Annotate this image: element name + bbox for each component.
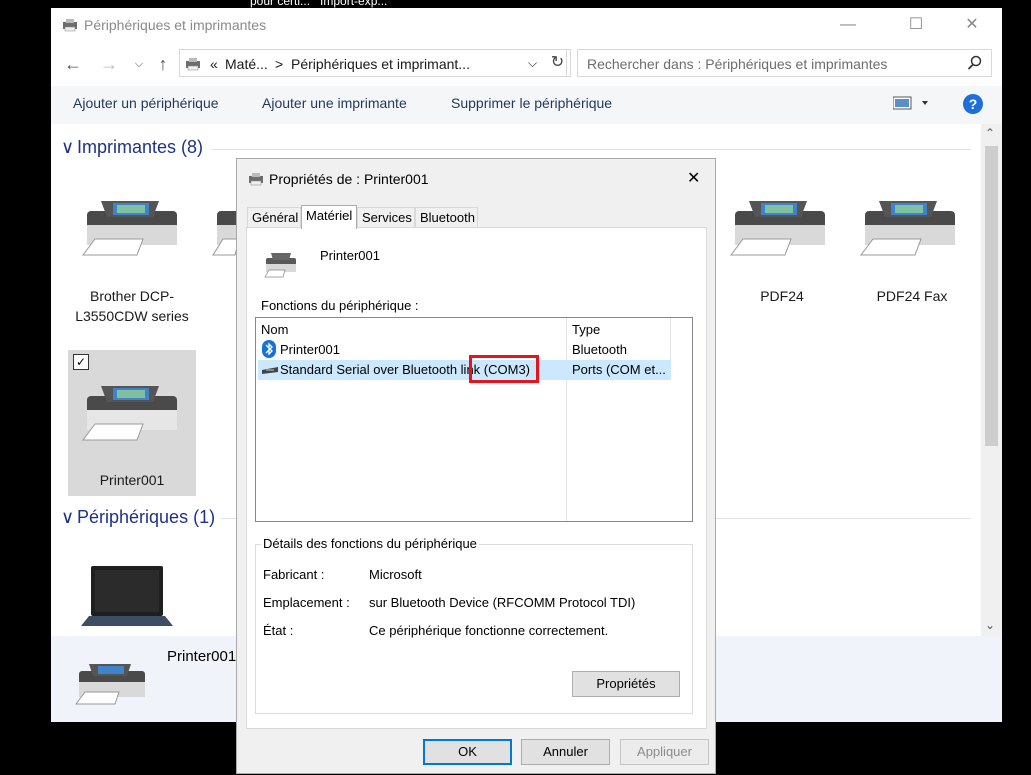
scroll-down-icon[interactable]: ⌄ (985, 618, 995, 632)
apply-button[interactable]: Appliquer (620, 739, 709, 765)
devices-group-chevron[interactable]: ∨ (61, 507, 74, 528)
details-pane-device-name: Printer001 (167, 648, 237, 665)
printer-label-brother[interactable]: Brother DCP-L3550CDW series (68, 286, 196, 326)
tab-general[interactable]: Général (247, 207, 301, 227)
remove-device-button[interactable]: Supprimer le périphérique (451, 95, 612, 111)
search-icon[interactable] (967, 55, 983, 71)
printer-icon[interactable] (209, 193, 239, 257)
breadcrumb-separator: > (275, 56, 284, 72)
function-details-group: Détails des fonctions du périphérique Fa… (255, 536, 693, 714)
forward-arrow-icon[interactable]: → (97, 52, 121, 76)
tab-services[interactable]: Services (357, 207, 415, 227)
printers-group-chevron[interactable]: ∨ (61, 137, 74, 158)
device-functions-label: Fonctions du périphérique : (261, 298, 419, 313)
printer-icon (75, 664, 145, 705)
overflow-chevrons[interactable]: « (210, 56, 218, 72)
printer-icon[interactable] (727, 193, 831, 257)
recent-dropdown-icon[interactable]: ⌵ (127, 52, 151, 76)
column-header-name[interactable]: Nom (261, 322, 288, 337)
selection-checkbox[interactable]: ✓ (73, 354, 89, 370)
title-bar: Périphériques et imprimantes — ☐ ✕ (51, 8, 1002, 42)
printer-label-pdf24-fax[interactable]: PDF24 Fax (848, 286, 976, 306)
highlight-annotation-box (469, 355, 539, 383)
printer-small-icon (264, 253, 296, 278)
printers-group-header[interactable]: Imprimantes (8) (77, 137, 203, 158)
devices-group-header[interactable]: Périphériques (1) (77, 507, 215, 528)
status-label: État : (263, 623, 294, 638)
tab-materiel[interactable]: Matériel (301, 205, 357, 229)
dialog-close-button[interactable]: ✕ (687, 168, 700, 188)
scroll-up-icon[interactable]: ⌃ (985, 126, 995, 140)
column-divider (566, 318, 567, 521)
properties-button[interactable]: Propriétés (572, 671, 680, 697)
command-bar: Ajouter un périphérique Ajouter une impr… (51, 86, 1002, 124)
view-options-icon[interactable] (893, 96, 929, 110)
minimize-button[interactable]: — (825, 13, 871, 37)
scrollbar-thumb[interactable] (985, 146, 998, 446)
breadcrumb-materiel[interactable]: Maté... (225, 56, 268, 72)
location-value: sur Bluetooth Device (RFCOMM Protocol TD… (369, 595, 636, 610)
device-functions-list[interactable]: Nom Type Printer001 Bluetooth Standard S… (255, 317, 693, 522)
list-row-name[interactable]: Printer001 (280, 342, 340, 357)
device-name-label: Printer001 (320, 248, 380, 263)
help-icon[interactable]: ? (963, 94, 983, 114)
maximize-button[interactable]: ☐ (893, 13, 939, 37)
properties-dialog: Propriétés de : Printer001 ✕ Général Mat… (236, 158, 716, 774)
address-bar[interactable]: « Maté... > Périphériques et imprimant..… (179, 49, 567, 77)
back-arrow-icon[interactable]: ← (61, 52, 85, 76)
background-window-titles: pour certi... Import-exp... (250, 0, 388, 8)
serial-port-icon (262, 367, 278, 374)
dialog-title: Propriétés de : Printer001 (269, 171, 429, 187)
address-dropdown-icon[interactable]: ⌵ (528, 56, 537, 71)
location-label: Emplacement : (263, 595, 350, 610)
search-placeholder: Rechercher dans : Périphériques et impri… (587, 56, 888, 72)
function-details-legend: Détails des fonctions du périphérique (261, 536, 479, 551)
manufacturer-label: Fabricant : (263, 567, 325, 582)
printer-small-icon (249, 173, 263, 186)
up-arrow-icon[interactable]: ↑ (151, 52, 175, 76)
add-printer-button[interactable]: Ajouter une imprimante (262, 95, 407, 111)
breadcrumb-devices[interactable]: Périphériques et imprimant... (291, 56, 470, 72)
window-title: Périphériques et imprimantes (84, 17, 267, 33)
status-value: Ce périphérique fonctionne correctement. (369, 623, 609, 638)
group-divider (211, 149, 971, 150)
laptop-icon[interactable] (79, 564, 175, 634)
close-button[interactable]: ✕ (949, 13, 995, 37)
ok-button[interactable]: OK (423, 739, 512, 765)
printer-label-printer001[interactable]: Printer001 (68, 470, 196, 490)
add-device-button[interactable]: Ajouter un périphérique (73, 95, 219, 111)
list-row-type[interactable]: Ports (COM et... (572, 362, 666, 377)
search-input[interactable]: Rechercher dans : Périphériques et impri… (577, 49, 992, 77)
refresh-icon[interactable]: ↻ (545, 49, 571, 77)
manufacturer-value: Microsoft (369, 567, 422, 582)
bluetooth-icon (262, 340, 276, 358)
printer-label-pdf24[interactable]: PDF24 (718, 286, 846, 306)
printer-small-icon (63, 19, 77, 32)
printer-icon[interactable] (79, 378, 183, 442)
cancel-button[interactable]: Annuler (521, 739, 610, 765)
printer-icon[interactable] (79, 193, 183, 257)
printer-icon[interactable] (857, 193, 961, 257)
list-row-type[interactable]: Bluetooth (572, 342, 627, 357)
tab-bluetooth[interactable]: Bluetooth (415, 207, 478, 227)
printer-small-icon (186, 58, 200, 71)
column-header-type[interactable]: Type (572, 322, 600, 337)
hardware-tab-panel: Printer001 Fonctions du périphérique : N… (246, 227, 707, 729)
